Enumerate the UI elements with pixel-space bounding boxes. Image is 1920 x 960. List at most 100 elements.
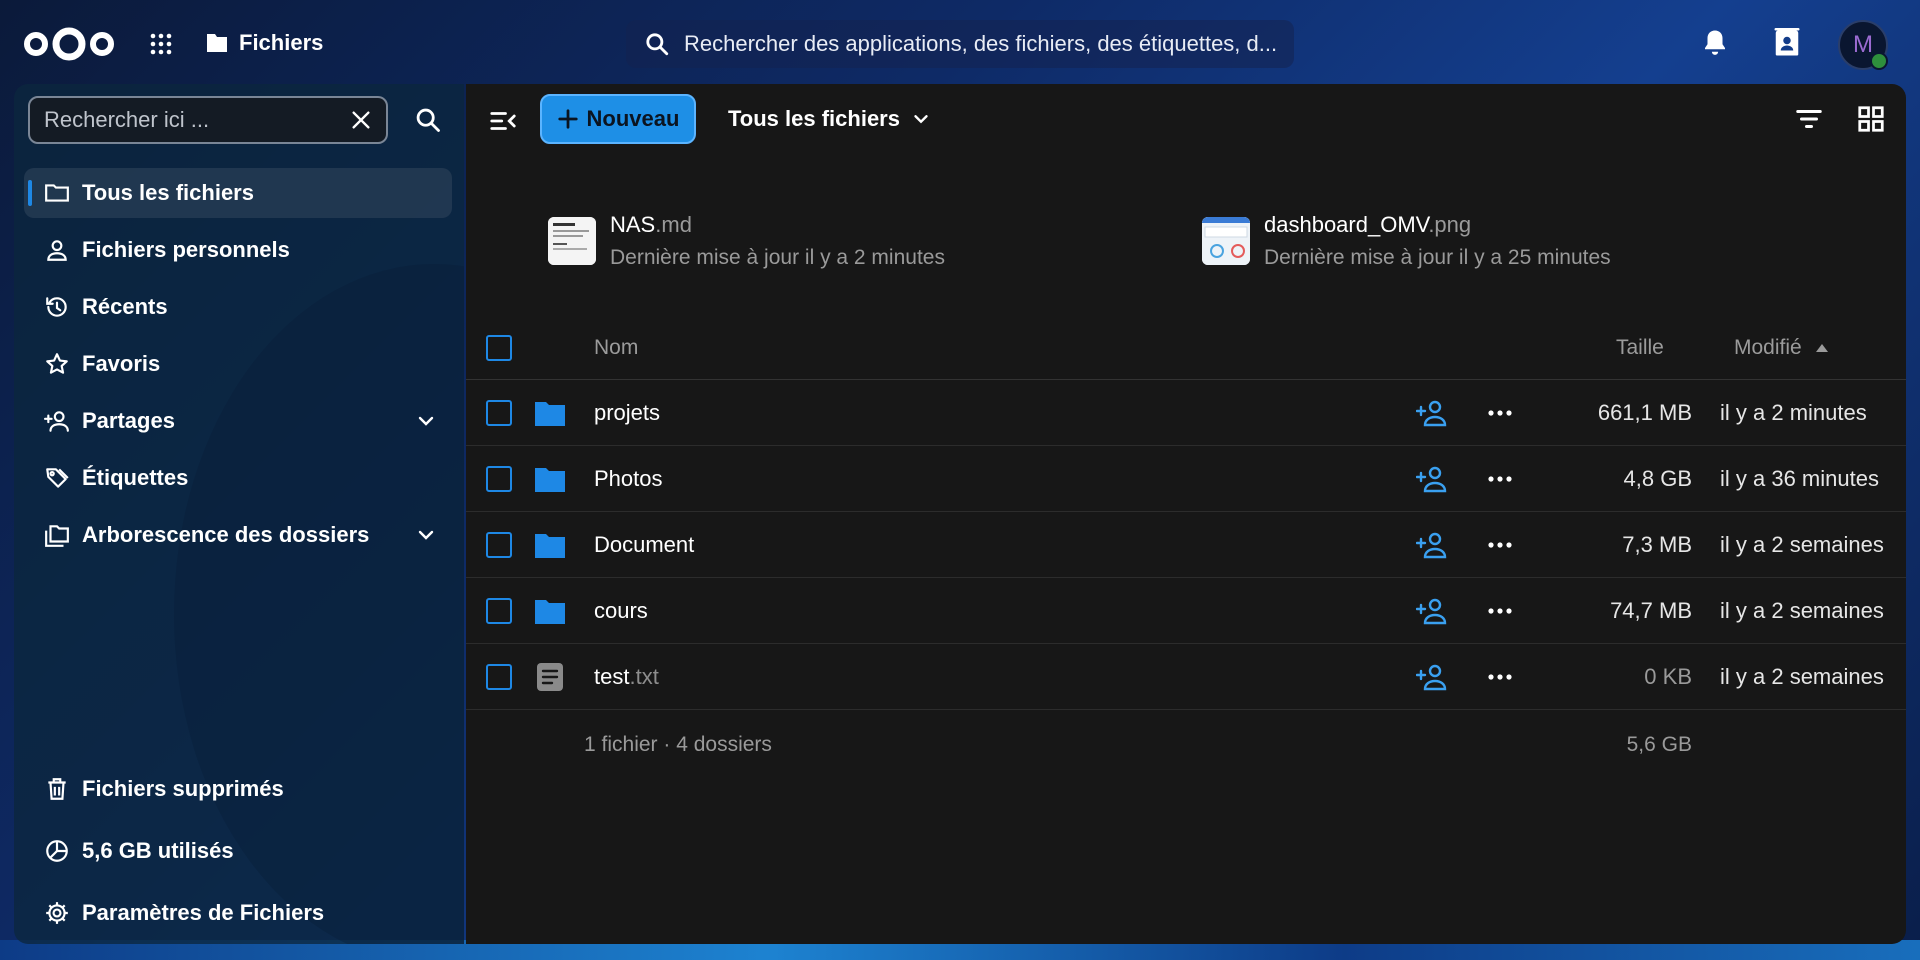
share-person-add-icon[interactable] <box>1416 399 1448 427</box>
notifications-bell-icon[interactable] <box>1700 28 1730 58</box>
more-actions-icon[interactable] <box>1486 663 1514 691</box>
table-row[interactable]: Photos 4,8 GB il y a 36 minutes <box>466 446 1906 512</box>
chevron-down-icon[interactable] <box>414 409 438 433</box>
global-search-bar[interactable]: Rechercher des applications, des fichier… <box>626 20 1294 68</box>
recent-file-card[interactable]: dashboard_OMV.png Dernière mise à jour i… <box>1202 212 1611 270</box>
search-icon[interactable] <box>414 106 442 134</box>
row-checkbox[interactable] <box>486 663 512 690</box>
sidebar-item-label: Favoris <box>82 351 161 376</box>
close-icon[interactable] <box>350 109 372 131</box>
select-all-checkbox[interactable] <box>486 334 512 361</box>
file-modified: il y a 2 semaines <box>1720 597 1884 623</box>
column-header-name[interactable]: Nom <box>594 336 638 360</box>
file-size: 74,7 MB <box>1610 597 1692 623</box>
user-avatar[interactable]: M <box>1838 20 1888 70</box>
sidebar-nav: Tous les fichiers Fichiers personnels Ré… <box>24 168 452 567</box>
grid-view-icon[interactable] <box>1856 104 1886 134</box>
sidebar: Tous les fichiers Fichiers personnels Ré… <box>14 84 464 944</box>
table-row[interactable]: projets 661,1 MB il y a 2 minutes <box>466 380 1906 446</box>
files-table: Nom Taille Modifié projets 661,1 MB il y… <box>466 316 1906 780</box>
more-actions-icon[interactable] <box>1486 597 1514 625</box>
share-person-add-icon[interactable] <box>1416 531 1448 559</box>
document-preview-icon <box>548 217 596 265</box>
sidebar-item-label: Fichiers supprimés <box>82 776 284 801</box>
file-name[interactable]: cours <box>594 598 648 624</box>
new-button-label: Nouveau <box>586 106 680 131</box>
sidebar-search-input[interactable] <box>44 107 350 133</box>
row-checkbox[interactable] <box>486 399 512 426</box>
sidebar-item-all-files[interactable]: Tous les fichiers <box>24 168 452 218</box>
file-modified: il y a 36 minutes <box>1720 465 1879 491</box>
folder-icon <box>207 34 227 52</box>
contacts-icon[interactable] <box>1772 28 1802 58</box>
sidebar-item-personal-files[interactable]: Fichiers personnels <box>24 225 452 275</box>
file-name[interactable]: Document <box>594 532 694 558</box>
table-summary: 1 fichier · 4 dossiers 5,6 GB <box>466 710 1906 780</box>
folder-tree-icon <box>45 525 69 547</box>
app-menu-grid-icon[interactable] <box>149 32 173 56</box>
sidebar-bottom-nav: Fichiers supprimés 5,6 GB utilisés Param… <box>24 764 452 944</box>
filter-icon[interactable] <box>1794 104 1824 134</box>
sidebar-item-folder-tree[interactable]: Arborescence des dossiers <box>24 510 452 560</box>
nextcloud-logo-icon[interactable] <box>22 26 116 62</box>
breadcrumb[interactable]: Tous les fichiers <box>728 106 932 132</box>
sidebar-item-files-settings[interactable]: Paramètres de Fichiers <box>24 888 452 938</box>
chevron-down-icon[interactable] <box>414 523 438 547</box>
table-row[interactable]: test.txt 0 KB il y a 2 semaines <box>466 644 1906 710</box>
tag-icon <box>46 468 69 488</box>
file-modified: il y a 2 minutes <box>1720 399 1867 425</box>
summary-count: 1 fichier · 4 dossiers <box>584 733 772 756</box>
sidebar-item-label: Récents <box>82 294 168 319</box>
table-row[interactable]: Document 7,3 MB il y a 2 semaines <box>466 512 1906 578</box>
file-name[interactable]: Photos <box>594 466 663 492</box>
more-actions-icon[interactable] <box>1486 465 1514 493</box>
more-actions-icon[interactable] <box>1486 531 1514 559</box>
sidebar-item-label: Paramètres de Fichiers <box>82 900 325 925</box>
sidebar-item-deleted-files[interactable]: Fichiers supprimés <box>24 764 452 814</box>
table-row[interactable]: cours 74,7 MB il y a 2 semaines <box>466 578 1906 644</box>
plus-icon <box>557 109 578 129</box>
row-checkbox[interactable] <box>486 465 512 492</box>
gear-icon <box>46 902 68 924</box>
pie-chart-icon <box>46 840 68 862</box>
share-person-add-icon[interactable] <box>1416 597 1448 625</box>
recent-file-updated: Dernière mise à jour il y a 2 minutes <box>610 246 945 269</box>
file-size: 4,8 GB <box>1623 465 1692 491</box>
sidebar-item-storage-usage[interactable]: 5,6 GB utilisés <box>24 826 452 876</box>
sidebar-item-tags[interactable]: Étiquettes <box>24 453 452 503</box>
sidebar-item-shares[interactable]: Partages <box>24 396 452 446</box>
search-icon <box>646 33 669 56</box>
row-checkbox[interactable] <box>486 597 512 624</box>
column-header-modified[interactable]: Modifié <box>1734 336 1830 360</box>
recent-file-name: dashboard_OMV.png <box>1264 212 1472 237</box>
row-checkbox[interactable] <box>486 531 512 558</box>
sort-ascending-icon <box>1815 343 1828 352</box>
history-icon <box>46 297 67 317</box>
more-actions-icon[interactable] <box>1486 399 1514 427</box>
folder-icon <box>535 467 565 492</box>
sidebar-item-recent[interactable]: Récents <box>24 282 452 332</box>
file-modified: il y a 2 semaines <box>1720 663 1884 689</box>
sidebar-item-label: 5,6 GB utilisés <box>82 838 234 863</box>
file-name[interactable]: test.txt <box>594 664 659 690</box>
recent-file-card[interactable]: NAS.md Dernière mise à jour il y a 2 min… <box>548 212 945 270</box>
avatar-initial: M <box>1853 31 1873 58</box>
file-name[interactable]: projets <box>594 400 660 426</box>
sidebar-item-label: Étiquettes <box>82 465 189 490</box>
column-header-size[interactable]: Taille <box>1616 336 1664 360</box>
share-person-add-icon[interactable] <box>1416 465 1448 493</box>
dashboard-preview-icon <box>1202 217 1250 265</box>
file-size: 7,3 MB <box>1622 531 1692 557</box>
app-title-files[interactable]: Fichiers <box>205 30 323 56</box>
sidebar-item-favorites[interactable]: Favoris <box>24 339 452 389</box>
chevron-down-icon <box>914 115 928 124</box>
toggle-navigation-icon[interactable] <box>488 106 518 136</box>
image-thumbnail <box>1202 217 1250 265</box>
star-icon <box>46 353 68 374</box>
folder-icon <box>535 401 565 426</box>
folder-icon <box>45 184 69 202</box>
file-size: 661,1 MB <box>1597 399 1692 425</box>
share-person-add-icon[interactable] <box>1416 663 1448 691</box>
new-button[interactable]: Nouveau <box>540 94 696 144</box>
column-header-modified-label: Modifié <box>1734 335 1802 359</box>
